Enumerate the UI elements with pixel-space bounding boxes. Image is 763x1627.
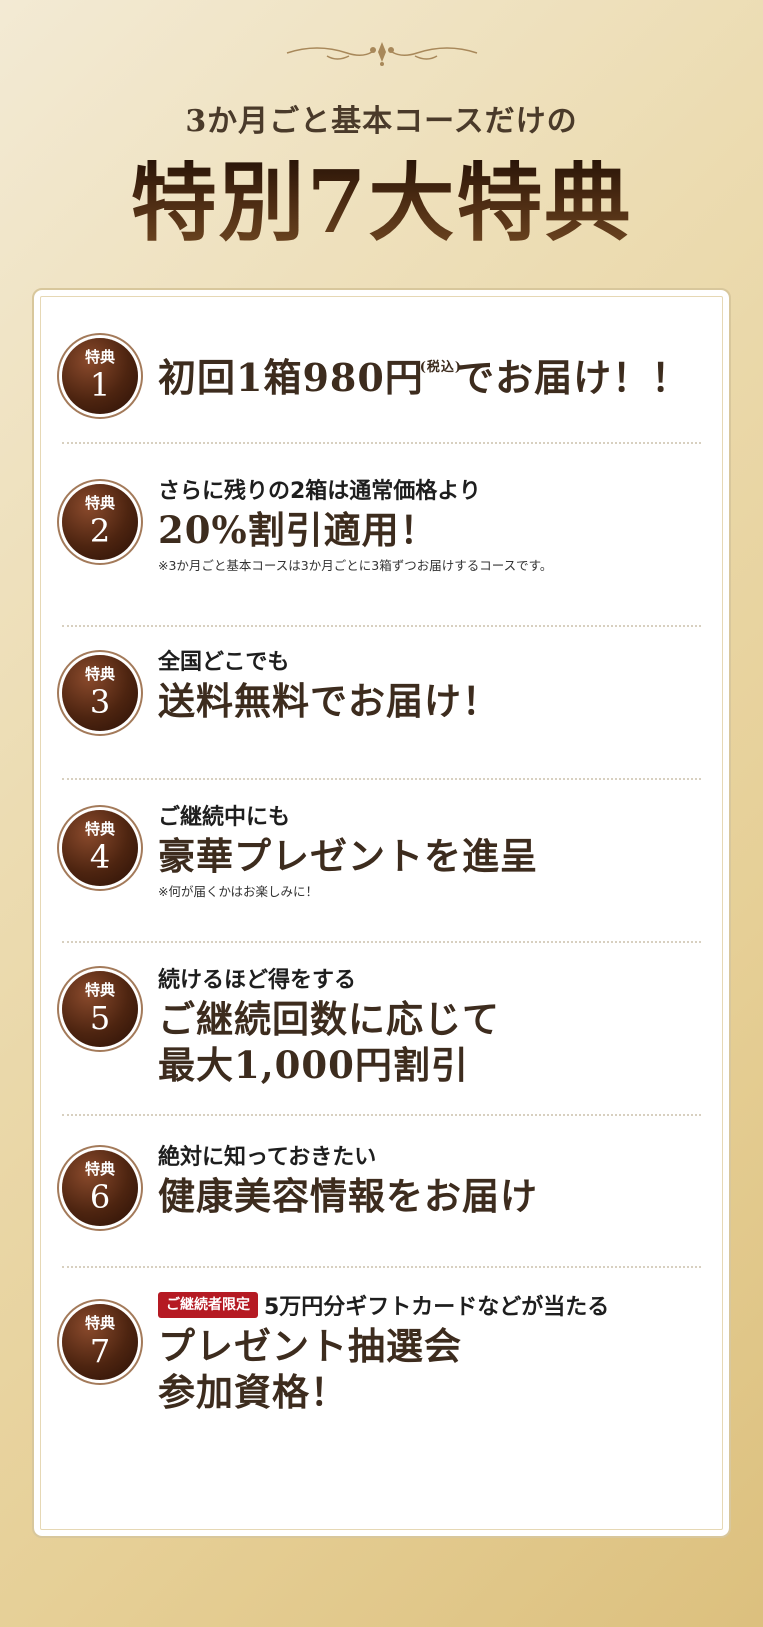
benefits-panel: 3か月ごと基本コースだけの 特別7大特典 特典 1 初回1箱980円(税込)でお… bbox=[0, 0, 763, 1627]
benefit-badge-1: 特典 1 bbox=[62, 338, 138, 414]
benefit-badge-2: 特典 2 bbox=[62, 484, 138, 560]
benefit-headline: 豪華プレゼントを進呈 bbox=[158, 833, 538, 878]
benefit-item-5: 特典 5 続けるほど得をする ご継続回数に応じて 最大1,000円割引 bbox=[62, 941, 701, 1116]
benefit-lead: 続けるほど得をする bbox=[158, 968, 357, 993]
benefit-headline-line1: プレゼント抽選会 bbox=[158, 1323, 462, 1368]
benefit-item-2: 特典 2 さらに残りの2箱は通常価格より 20%割引適用！ ※3か月ごと基本コー… bbox=[62, 442, 701, 627]
benefit-item-1: 特典 1 初回1箱980円(税込)でお届け！！ bbox=[62, 310, 701, 444]
badge-number: 7 bbox=[89, 1332, 111, 1370]
badge-label: 特典 bbox=[84, 665, 115, 683]
benefit-badge-6: 特典 6 bbox=[62, 1150, 138, 1226]
benefit-lead: ご継続中にも bbox=[158, 805, 291, 830]
benefit-badge-7: 特典 7 bbox=[62, 1304, 138, 1380]
benefit-headline: 初回1箱980円(税込)でお届け！！ bbox=[158, 354, 701, 402]
benefit-item-7: 特典 7 ご継続者限定 5万円分ギフトカードなどが当たる プレゼント抽選会 参加資… bbox=[62, 1266, 701, 1496]
benefit-item-6: 特典 6 絶対に知っておきたい 健康美容情報をお届け bbox=[62, 1114, 701, 1268]
benefit-headline: 20%割引適用！ bbox=[158, 507, 438, 552]
benefits-card: 特典 1 初回1箱980円(税込)でお届け！！ 特典 2 さらに残りの2箱は通常… bbox=[32, 288, 731, 1538]
benefit-lead-row: ご継続者限定 5万円分ギフトカードなどが当たる bbox=[158, 1291, 701, 1323]
badge-number: 3 bbox=[89, 683, 111, 721]
benefit-badge-4: 特典 4 bbox=[62, 810, 138, 886]
benefit-lead: 絶対に知っておきたい bbox=[158, 1145, 377, 1170]
headline-part-a: 初回1箱980円 bbox=[158, 355, 424, 400]
benefit-badge-3: 特典 3 bbox=[62, 655, 138, 731]
badge-number: 5 bbox=[89, 999, 111, 1037]
benefit-headline-line2: 最大1,000円割引 bbox=[158, 1042, 469, 1087]
page-subtitle: 3か月ごと基本コースだけの bbox=[185, 104, 578, 139]
badge-label: 特典 bbox=[84, 981, 115, 999]
benefit-headline-line2: 参加資格！ bbox=[158, 1369, 348, 1414]
benefit-headline: 送料無料でお届け！ bbox=[158, 678, 500, 723]
benefit-item-4: 特典 4 ご継続中にも 豪華プレゼントを進呈 ※何が届くかはお楽しみに！ bbox=[62, 778, 701, 943]
benefit-headline-line1: ご継続回数に応じて bbox=[158, 996, 500, 1041]
badge-label: 特典 bbox=[84, 494, 115, 512]
badge-number: 6 bbox=[89, 1178, 111, 1216]
benefit-item-3: 特典 3 全国どこでも 送料無料でお届け！ bbox=[62, 625, 701, 780]
benefit-headline: 健康美容情報をお届け bbox=[158, 1173, 538, 1218]
badge-label: 特典 bbox=[84, 348, 115, 366]
benefit-note: ※3か月ごと基本コースは3か月ごとに3箱ずつお届けするコースです。 bbox=[158, 557, 553, 573]
badge-number: 2 bbox=[89, 512, 111, 550]
ornament-divider bbox=[0, 38, 763, 68]
benefit-lead: 5万円分ギフトカードなどが当たる bbox=[264, 1295, 610, 1320]
benefit-badge-5: 特典 5 bbox=[62, 971, 138, 1047]
badge-label: 特典 bbox=[84, 820, 115, 838]
badge-label: 特典 bbox=[84, 1160, 115, 1178]
badge-number: 1 bbox=[89, 366, 111, 404]
benefit-lead: 全国どこでも bbox=[158, 650, 290, 675]
page-title: 特別7大特典 bbox=[0, 160, 763, 246]
limited-tag: ご継続者限定 bbox=[158, 1291, 258, 1319]
benefit-lead: さらに残りの2箱は通常価格より bbox=[158, 479, 481, 504]
badge-number: 4 bbox=[89, 838, 111, 876]
tax-note: (税込) bbox=[419, 360, 463, 375]
headline-part-b: でお届け！！ bbox=[456, 355, 691, 400]
benefit-note: ※何が届くかはお楽しみに！ bbox=[158, 883, 318, 899]
badge-label: 特典 bbox=[84, 1314, 115, 1332]
